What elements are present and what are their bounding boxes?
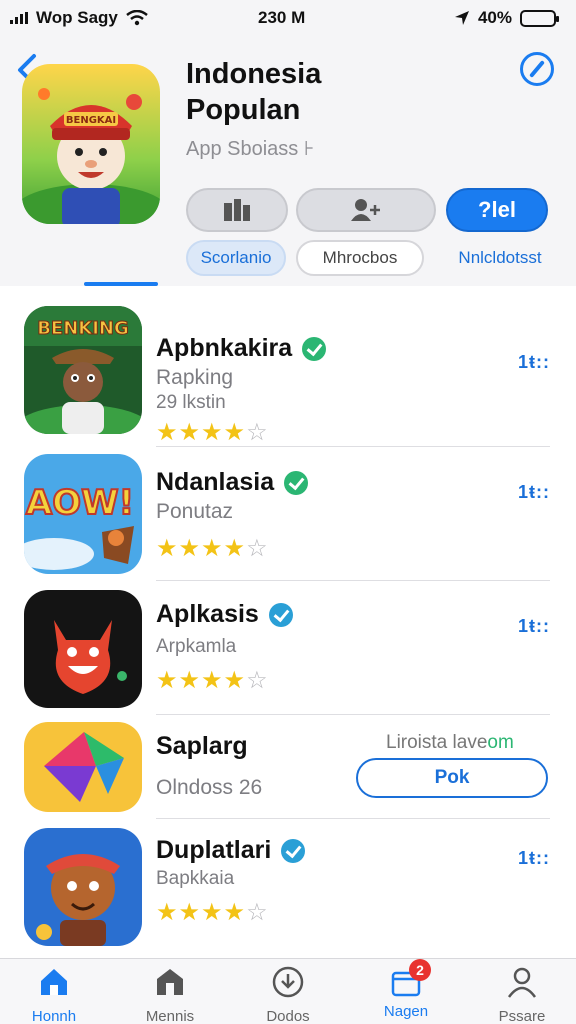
list-item[interactable]: Duplatlari Bapkkaia ★★★★☆ 1ŧ:: bbox=[0, 826, 576, 948]
divider bbox=[156, 446, 550, 447]
updates-icon-wrap: 2 bbox=[389, 959, 431, 999]
verified-icon bbox=[268, 602, 293, 627]
star-rating: ★★★★☆ bbox=[156, 419, 269, 446]
app-category: Arpkamla bbox=[156, 636, 237, 657]
carrier-label: Wop Sagy bbox=[36, 8, 118, 27]
app-icon[interactable]: BENKING bbox=[24, 306, 142, 434]
title-line-2: Populan bbox=[186, 94, 301, 126]
wifi-icon bbox=[126, 10, 148, 26]
app-name: Duplatlari bbox=[156, 836, 272, 864]
divider bbox=[156, 714, 550, 715]
star-rating: ★★★★☆ bbox=[156, 535, 269, 562]
featured-icon-text: BENGKAI bbox=[66, 115, 116, 126]
more-button[interactable]: 1ŧ:: bbox=[518, 482, 550, 503]
page-title: Indonesia Populan bbox=[186, 56, 321, 128]
primary-action-button[interactable]: ?lel bbox=[446, 188, 548, 232]
app-name-row: Ndanlasia bbox=[156, 468, 309, 497]
compass-icon[interactable] bbox=[520, 52, 554, 86]
list-item[interactable]: Aplkasis Arpkamla ★★★★☆ 1ŧ:: bbox=[0, 588, 576, 712]
app-category: Rapking bbox=[156, 366, 234, 389]
app-category: Bapkkaia bbox=[156, 868, 235, 889]
featured-app-icon[interactable]: BENGKAI bbox=[22, 64, 160, 224]
status-right: 40% bbox=[454, 8, 559, 28]
status-bar: Wop Sagy 230 M 40% bbox=[0, 0, 576, 36]
tab-pill-1[interactable]: Mhrocbos bbox=[296, 240, 424, 276]
app-name-row: Duplatlari bbox=[156, 836, 306, 865]
note-text: Liroista lave bbox=[386, 732, 488, 753]
app-icon[interactable]: AOW! bbox=[24, 454, 142, 574]
get-button[interactable]: Pok bbox=[356, 758, 548, 798]
status-time: 230 M bbox=[258, 8, 306, 27]
list-item[interactable]: AOW! Ndanlasia Ponutaz ★★★★☆ 1ŧ:: bbox=[0, 454, 576, 582]
signal-icon bbox=[10, 12, 28, 24]
header: BENGKAI Indonesia Populan App Sboiass ⊦ … bbox=[0, 36, 576, 286]
star-rating: ★★★★☆ bbox=[156, 899, 269, 926]
tab-label: Nagen bbox=[383, 1003, 429, 1020]
tab-updates[interactable]: 2 Nagen bbox=[356, 959, 456, 1024]
list-item[interactable]: Saplarg Olndoss 26 Liroista laveom Pok bbox=[0, 722, 576, 820]
app-name: Aplkasis bbox=[156, 600, 259, 628]
app-icon[interactable] bbox=[24, 590, 142, 708]
app-name-row: Apbnkakira bbox=[156, 334, 327, 363]
app-category: Ponutaz bbox=[156, 500, 234, 523]
note-accent: om bbox=[487, 732, 514, 753]
add-person-icon bbox=[351, 199, 380, 221]
battery-percent: 40% bbox=[477, 8, 512, 27]
divider bbox=[156, 580, 550, 581]
library-icon bbox=[224, 199, 250, 221]
tab-pill-2[interactable]: Nnlcldotsst bbox=[440, 240, 560, 276]
app-note: Liroista laveom bbox=[386, 732, 514, 754]
tab-label: Mennis bbox=[145, 1008, 195, 1024]
page-subtitle: App Sboiass ⊦ bbox=[186, 138, 315, 160]
more-button[interactable]: 1ŧ:: bbox=[518, 616, 550, 637]
tab-bar: Honnh Mennis Dodos 2 Nagen Pssare bbox=[0, 958, 576, 1024]
app-icon-text: AOW! bbox=[26, 483, 134, 523]
app-icon[interactable] bbox=[24, 828, 142, 946]
star-rating: ★★★★☆ bbox=[156, 667, 269, 694]
verified-icon bbox=[281, 838, 306, 863]
library-button[interactable] bbox=[186, 188, 288, 232]
verified-icon bbox=[284, 470, 309, 495]
store-icon bbox=[157, 969, 183, 995]
more-button[interactable]: 1ŧ:: bbox=[518, 352, 550, 373]
app-name-row: Aplkasis bbox=[156, 600, 293, 629]
notification-badge: 2 bbox=[409, 959, 431, 981]
verified-icon bbox=[302, 336, 327, 361]
profile-icon bbox=[507, 967, 537, 998]
more-button[interactable]: 1ŧ:: bbox=[518, 848, 550, 869]
tab-profile[interactable]: Pssare bbox=[472, 965, 572, 1024]
app-name: Ndanlasia bbox=[156, 468, 275, 496]
title-line-1: Indonesia bbox=[186, 58, 322, 90]
app-icon-text: BENKING bbox=[37, 318, 129, 339]
app-name: Apbnkakira bbox=[156, 334, 293, 362]
tab-store[interactable]: Mennis bbox=[120, 965, 220, 1024]
app-category: Olndoss 26 bbox=[156, 776, 263, 799]
battery-icon bbox=[520, 9, 559, 27]
active-tab-indicator bbox=[84, 282, 158, 286]
status-left: Wop Sagy bbox=[10, 8, 148, 28]
tab-pill-0[interactable]: Scorlanio bbox=[186, 240, 286, 276]
app-icon[interactable] bbox=[24, 722, 142, 812]
tab-downloads[interactable]: Dodos bbox=[238, 965, 338, 1024]
list-item[interactable]: BENKING Apbnkakira Rapking 29 lkstin ★★★… bbox=[0, 306, 576, 446]
app-name: Saplarg bbox=[156, 732, 248, 760]
tab-label: Dodos bbox=[266, 1008, 310, 1024]
home-icon bbox=[41, 969, 67, 995]
divider bbox=[156, 818, 550, 819]
tab-label: Honnh bbox=[31, 1008, 77, 1024]
app-meta: 29 lkstin bbox=[156, 392, 226, 413]
tab-label: Pssare bbox=[498, 1008, 546, 1024]
tab-home[interactable]: Honnh bbox=[4, 965, 104, 1024]
download-icon bbox=[272, 966, 304, 998]
add-friend-button[interactable] bbox=[296, 188, 436, 232]
location-icon bbox=[454, 11, 469, 25]
